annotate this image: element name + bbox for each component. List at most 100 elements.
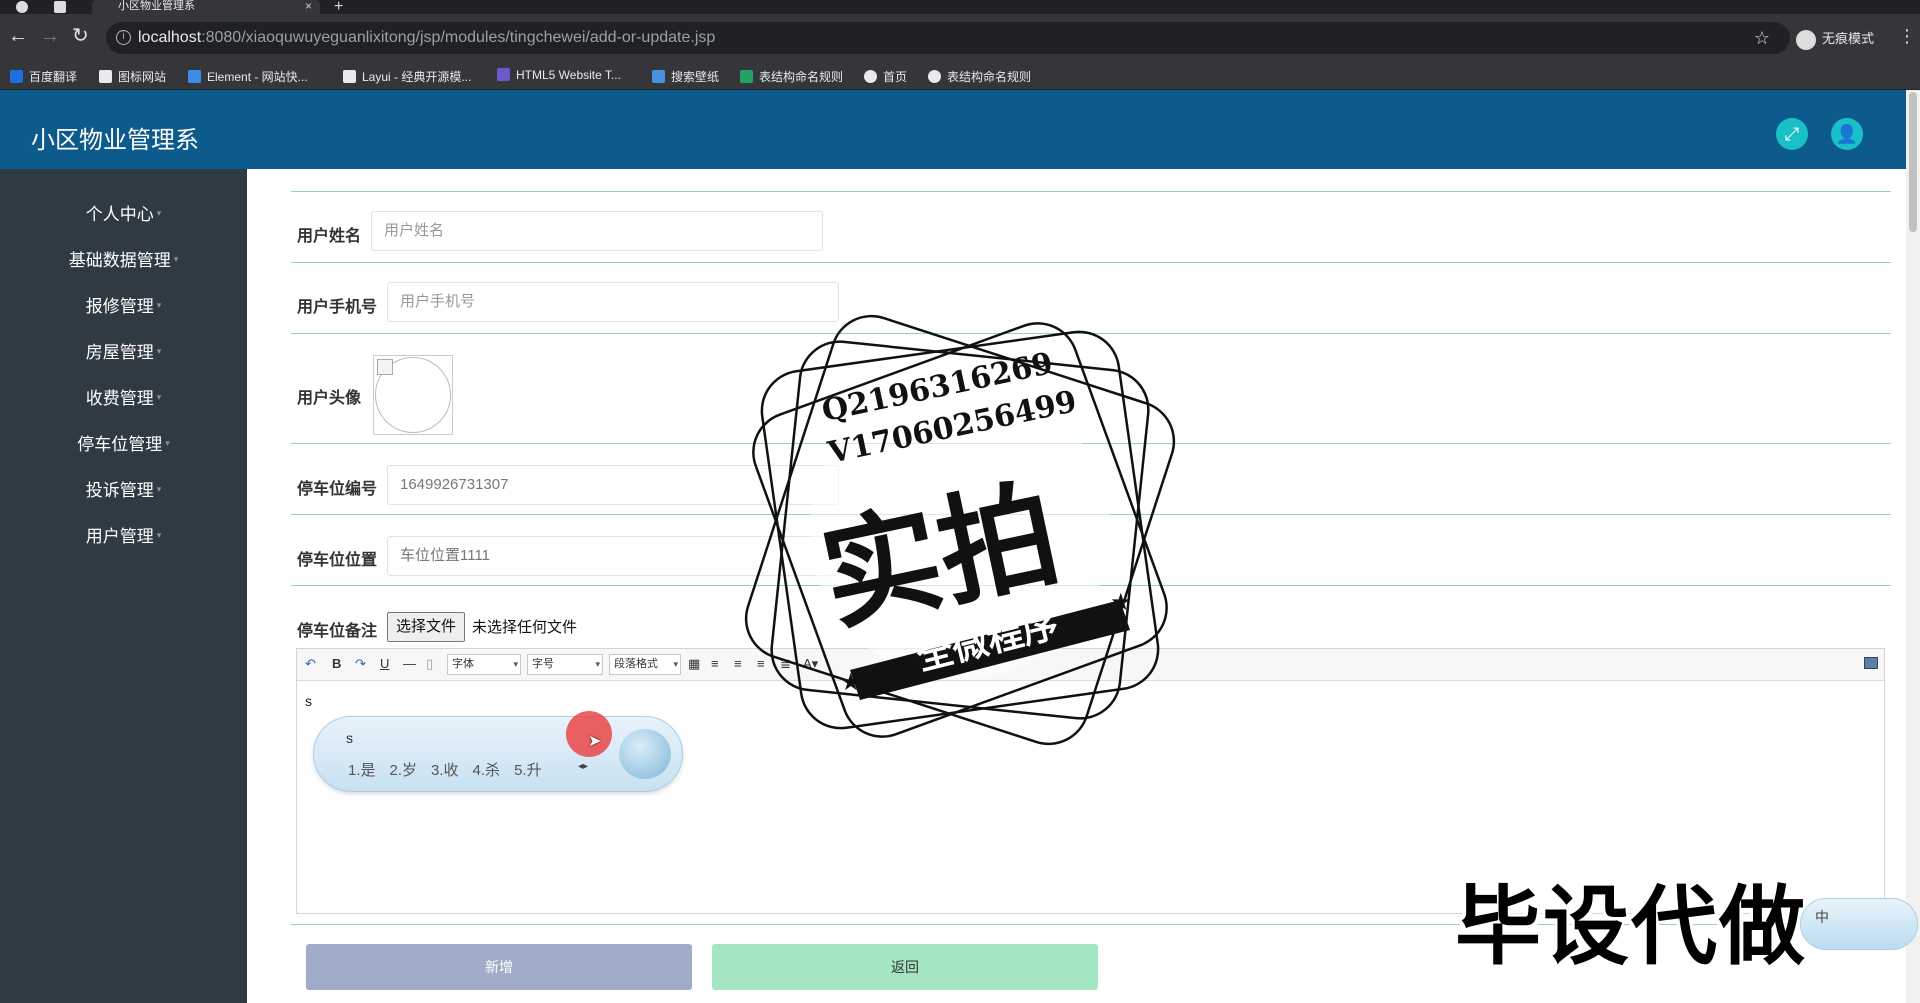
font-family-select[interactable]: 字体 bbox=[447, 654, 521, 675]
sidebar-item-base-data[interactable]: 基础数据管理 ▾ bbox=[0, 239, 247, 279]
scrollbar-thumb[interactable] bbox=[1909, 92, 1917, 232]
reload-icon[interactable]: ↻ bbox=[72, 26, 89, 46]
watermark-text: 毕设代做 bbox=[1455, 877, 1807, 977]
user-avatar-label: 用户头像 bbox=[297, 390, 362, 407]
align-left-icon[interactable]: ≡ bbox=[711, 656, 719, 671]
sidebar-item-repairs[interactable]: 报修管理 ▾ bbox=[0, 285, 247, 325]
ime-status-bar[interactable]: 中 bbox=[1800, 898, 1918, 950]
bookmark-item[interactable]: 百度翻译 bbox=[10, 68, 77, 85]
bookmark-item[interactable]: 表结构命名规则 bbox=[928, 68, 1031, 85]
editor-content[interactable]: s bbox=[305, 693, 312, 709]
space-number-label: 停车位编号 bbox=[297, 481, 378, 498]
ime-candidate[interactable]: 4.杀 bbox=[473, 762, 501, 779]
sidebar-item-users[interactable]: 用户管理 ▾ bbox=[0, 515, 247, 555]
bookmark-icon bbox=[10, 70, 23, 83]
caret-icon: ▾ bbox=[156, 346, 162, 356]
browser-tabstrip: 小区物业管理系 × + bbox=[0, 0, 1920, 15]
sidebar: 个人中心 ▾ 基础数据管理 ▾ 报修管理 ▾ 房屋管理 ▾ 收费管理 ▾ 停车位管理 ▾ 投… bbox=[0, 169, 247, 1003]
browser-menu-icon[interactable]: ⋮ bbox=[1898, 26, 1916, 47]
space-location-label: 停车位位置 bbox=[297, 552, 378, 569]
bookmark-icon bbox=[343, 70, 356, 83]
address-bar[interactable]: i localhost:8080/xiaoquwuyeguanlixitong/… bbox=[106, 22, 1790, 54]
sidebar-item-fees[interactable]: 收费管理 ▾ bbox=[0, 377, 247, 417]
ime-candidate[interactable]: 3.收 bbox=[431, 762, 459, 779]
bookmark-item[interactable]: 首页 bbox=[864, 68, 907, 85]
add-button[interactable]: 新增 bbox=[306, 944, 692, 990]
fullscreen-icon[interactable]: ⤢ bbox=[1776, 118, 1808, 150]
bookmark-icon bbox=[188, 70, 201, 83]
divider bbox=[291, 262, 1891, 263]
tab-title: 小区物业管理系 bbox=[118, 0, 195, 12]
sidebar-item-houses[interactable]: 房屋管理 ▾ bbox=[0, 331, 247, 371]
choose-file-button[interactable]: 选择文件 bbox=[387, 612, 466, 642]
user-name-input[interactable]: 用户姓名 bbox=[371, 211, 823, 251]
bookmark-item[interactable]: 表结构命名规则 bbox=[740, 68, 843, 85]
bookmark-item[interactable]: Element - 网站快... bbox=[188, 68, 308, 85]
undo-icon[interactable]: ↶ bbox=[305, 656, 316, 672]
paragraph-format-select[interactable]: 段落格式 bbox=[609, 654, 681, 675]
ime-skin-icon bbox=[619, 729, 671, 779]
divider bbox=[291, 191, 1891, 192]
bookmark-item[interactable]: HTML5 Website T... bbox=[497, 68, 621, 82]
ime-next-page-icon[interactable]: ◂▸ bbox=[578, 761, 588, 772]
page-scrollbar[interactable] bbox=[1906, 90, 1920, 1003]
incognito-indicator[interactable]: 无痕模式 bbox=[1796, 28, 1874, 50]
ime-candidate[interactable]: 1.是 bbox=[348, 762, 376, 779]
ime-mode-label: 中 bbox=[1815, 909, 1829, 925]
bookmark-icon bbox=[740, 70, 753, 83]
broken-image-icon bbox=[377, 359, 393, 375]
window-icon bbox=[54, 1, 66, 13]
svg-text:★: ★ bbox=[840, 669, 862, 696]
user-name-label: 用户姓名 bbox=[297, 228, 362, 245]
url-path: :8080/xiaoquwuyeguanlixitong/jsp/modules… bbox=[201, 29, 716, 46]
info-icon[interactable]: i bbox=[116, 30, 131, 45]
back-arrow-icon[interactable]: ← bbox=[8, 26, 28, 46]
ime-candidate-window[interactable]: s 1.是 2.岁 3.收 4.杀 5.升 ◂▸ bbox=[313, 716, 683, 792]
font-size-select[interactable]: 字号 bbox=[527, 654, 603, 675]
chrome-icon bbox=[16, 1, 28, 13]
bookmark-icon bbox=[99, 70, 112, 83]
bookmark-icon bbox=[497, 68, 510, 81]
bookmark-icon bbox=[864, 70, 877, 83]
table-icon[interactable]: ▦ bbox=[688, 656, 700, 672]
tab-close-icon[interactable]: × bbox=[305, 0, 312, 12]
underline-icon[interactable]: U bbox=[380, 656, 389, 671]
app-title: 小区物业管理系 bbox=[31, 127, 199, 154]
caret-icon: ▾ bbox=[156, 392, 162, 402]
fullscreen-editor-icon[interactable] bbox=[1864, 657, 1878, 669]
bookmark-icon bbox=[928, 70, 941, 83]
browser-tab[interactable]: 小区物业管理系 × bbox=[92, 0, 320, 14]
redo-icon[interactable]: ↷ bbox=[355, 656, 366, 672]
stamp-watermark: ★ ★ Q2196316269 V1706025649​9 实拍 全微程序 bbox=[720, 290, 1200, 770]
caret-icon: ▾ bbox=[156, 208, 162, 218]
ime-candidate[interactable]: 2.岁 bbox=[390, 762, 418, 779]
avatar-upload[interactable] bbox=[373, 355, 453, 435]
sidebar-item-parking[interactable]: 停车位管理 ▾ bbox=[0, 423, 247, 463]
user-phone-label: 用户手机号 bbox=[297, 299, 378, 316]
url-host: localhost bbox=[138, 29, 202, 46]
ime-candidate[interactable]: 5.升 bbox=[514, 762, 542, 779]
caret-icon: ▾ bbox=[156, 530, 162, 540]
paste-icon[interactable]: ▯ bbox=[426, 656, 433, 672]
caret-icon: ▾ bbox=[156, 484, 162, 494]
caret-icon: ▾ bbox=[165, 438, 170, 448]
bookmark-icon bbox=[652, 70, 665, 83]
incognito-icon bbox=[1796, 29, 1816, 50]
forward-arrow-icon[interactable]: → bbox=[40, 26, 60, 46]
bookmarks-bar: 百度翻译 图标网站 Element - 网站快... Layui - 经典开源模… bbox=[0, 62, 1920, 90]
file-status: 未选择任何文件 bbox=[472, 619, 578, 636]
bookmark-item[interactable]: 图标网站 bbox=[99, 68, 166, 85]
browser-toolbar: ← → ↻ i localhost:8080/xiaoquwuyeguanlix… bbox=[0, 14, 1920, 62]
ime-composition: s bbox=[346, 730, 353, 746]
bookmark-item[interactable]: Layui - 经典开源模... bbox=[343, 68, 471, 85]
back-button[interactable]: 返回 bbox=[712, 944, 1098, 990]
incognito-label: 无痕模式 bbox=[1822, 31, 1875, 46]
sidebar-item-complaints[interactable]: 投诉管理 ▾ bbox=[0, 469, 247, 509]
user-icon[interactable]: 👤 bbox=[1831, 118, 1863, 150]
sidebar-item-personal-center[interactable]: 个人中心 ▾ bbox=[0, 193, 247, 233]
ime-candidates: 1.是 2.岁 3.收 4.杀 5.升 bbox=[348, 759, 556, 780]
bold-icon[interactable]: B bbox=[332, 656, 341, 671]
horizontal-rule-icon[interactable]: — bbox=[403, 656, 416, 671]
bookmark-item[interactable]: 搜索壁纸 bbox=[652, 68, 719, 85]
bookmark-star-icon[interactable]: ☆ bbox=[1754, 22, 1770, 54]
